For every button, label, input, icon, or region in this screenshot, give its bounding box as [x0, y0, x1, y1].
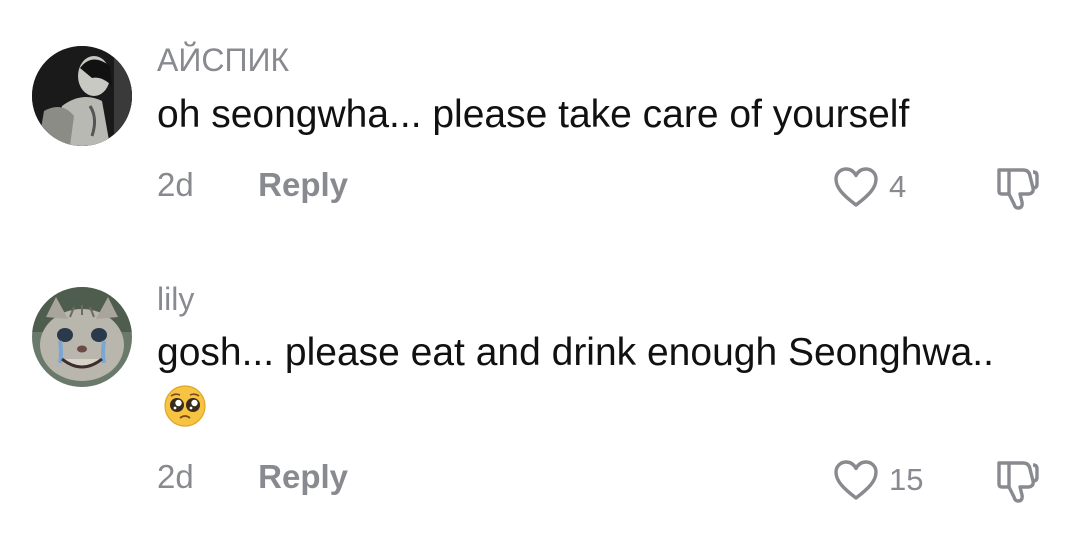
heart-outline-icon [834, 460, 878, 500]
comment-meta: 2d Reply [157, 458, 348, 496]
comment-time: 2d [157, 458, 194, 495]
comment-meta: 2d Reply [157, 166, 348, 204]
comment-username[interactable]: lily [157, 281, 194, 318]
heart-outline-icon [834, 167, 878, 207]
reply-button[interactable]: Reply [258, 458, 348, 496]
thumbs-down-icon [997, 461, 1039, 503]
comment-text: oh seongwha... please take care of yours… [157, 93, 910, 136]
pleading-face-emoji [164, 385, 206, 427]
comment-time: 2d [157, 166, 194, 203]
dislike-button[interactable] [993, 457, 1041, 503]
comment-username[interactable]: АЙСПИК [157, 42, 289, 79]
avatar[interactable] [32, 46, 132, 146]
comment-text-content: gosh... please eat and drink enough Seon… [157, 331, 994, 374]
comment-text: gosh... please eat and drink enough Seon… [157, 326, 1007, 434]
comment-item: lily gosh... please eat and drink enough… [0, 250, 1080, 547]
like-count: 15 [889, 462, 924, 497]
like-count: 4 [889, 169, 907, 204]
dislike-button[interactable] [993, 164, 1041, 210]
thumbs-down-icon [997, 168, 1039, 210]
like-button[interactable]: 4 [833, 166, 906, 208]
avatar[interactable] [32, 287, 132, 387]
reply-button[interactable]: Reply [258, 166, 348, 204]
comment-item: АЙСПИК oh seongwha... please take care o… [0, 0, 1080, 240]
like-button[interactable]: 15 [833, 459, 923, 501]
